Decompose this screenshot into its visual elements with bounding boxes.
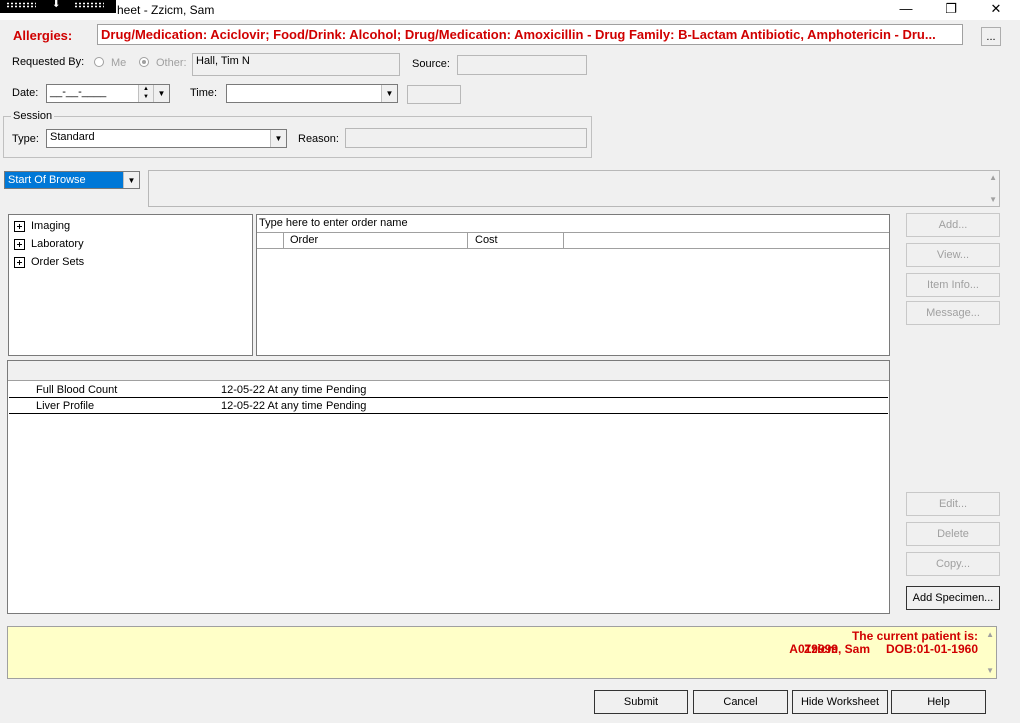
reason-field[interactable]	[345, 128, 587, 148]
order-search-input[interactable]: Type here to enter order name	[259, 217, 887, 231]
column-header-order[interactable]: Order	[284, 233, 468, 248]
date-spinner[interactable]: ▲ ▼	[138, 85, 153, 102]
add-specimen-button[interactable]: Add Specimen...	[906, 586, 1000, 610]
patient-dob: DOB:01-01-1960	[885, 642, 978, 656]
radio-other[interactable]	[139, 57, 149, 67]
browse-dropdown[interactable]: Start Of Browse ▼	[4, 171, 140, 189]
current-patient-panel: The current patient is: A019999 Zzicm, S…	[7, 626, 997, 679]
date-label: Date:	[12, 87, 39, 99]
download-icon[interactable]: ⬇	[52, 0, 60, 10]
allergies-text: Drug/Medication: Aciclovir; Food/Drink: …	[97, 24, 963, 45]
orders-list-header	[8, 361, 889, 381]
browse-text-area[interactable]: ▲ ▼	[148, 170, 1000, 207]
expand-icon[interactable]	[14, 220, 25, 232]
order-name: Liver Profile	[36, 400, 95, 412]
reason-label: Reason:	[298, 133, 339, 145]
minimize-button[interactable]: —	[891, 1, 921, 17]
session-legend: Session	[11, 110, 55, 122]
session-type-label: Type:	[12, 133, 39, 145]
allergies-label: Allergies:	[13, 28, 73, 43]
allergies-more-button[interactable]: ...	[981, 27, 1001, 46]
order-when: 12-05-22 At any time	[221, 400, 323, 412]
scroll-down-icon[interactable]: ▼	[989, 195, 997, 204]
tree-item-imaging[interactable]: Imaging	[14, 218, 70, 234]
source-field[interactable]	[457, 55, 587, 75]
chevron-down-icon[interactable]: ▼	[381, 85, 397, 102]
close-button[interactable]: ✕	[981, 1, 1011, 17]
item-info-button[interactable]: Item Info...	[906, 273, 1000, 297]
order-table-header: Order Cost	[257, 232, 889, 249]
order-name: Full Blood Count	[36, 384, 118, 396]
patient-name: Zzicm, Sam	[803, 642, 870, 656]
order-search-panel: Type here to enter order name Order Cost	[256, 214, 890, 356]
chevron-down-icon[interactable]: ▼	[153, 85, 169, 102]
expand-icon[interactable]	[14, 238, 25, 250]
browse-value: Start Of Browse	[5, 172, 123, 188]
delete-button[interactable]: Delete	[906, 522, 1000, 546]
patient-heading: The current patient is:	[851, 629, 978, 643]
chevron-down-icon[interactable]: ▼	[123, 172, 139, 188]
radio-me-label: Me	[111, 57, 127, 69]
order-row[interactable]: Liver Profile 12-05-22 At any time Pendi…	[9, 398, 888, 414]
date-value: __-__-____	[50, 86, 107, 98]
hide-worksheet-button[interactable]: Hide Worksheet	[792, 690, 888, 714]
scroll-up-icon[interactable]: ▲	[986, 630, 994, 639]
order-catalog-tree[interactable]: Imaging Laboratory Order Sets	[8, 214, 253, 356]
time-label: Time:	[190, 87, 218, 99]
tree-item-label: Laboratory	[31, 238, 84, 250]
scroll-down-icon[interactable]: ▼	[986, 666, 994, 675]
tree-item-label: Imaging	[31, 220, 71, 232]
restore-button[interactable]: ❐	[936, 1, 966, 17]
tree-item-order-sets[interactable]: Order Sets	[14, 254, 84, 270]
window-title: heet - Zzicm, Sam	[117, 3, 215, 17]
time-dropdown[interactable]: ▼	[226, 84, 398, 103]
tree-item-laboratory[interactable]: Laboratory	[14, 236, 84, 252]
add-button[interactable]: Add...	[906, 213, 1000, 237]
session-type-dropdown[interactable]: Standard ▼	[46, 129, 287, 148]
requested-by-label: Requested By:	[12, 56, 85, 68]
remote-toolbar[interactable]: ⬇	[0, 0, 116, 13]
requested-by-field[interactable]: Hall, Tim N	[192, 53, 400, 76]
grip-icon	[6, 2, 36, 8]
tree-item-label: Order Sets	[31, 256, 85, 268]
expand-icon[interactable]	[14, 256, 25, 268]
order-when: 12-05-22 At any time	[221, 384, 323, 396]
session-type-value: Standard	[50, 131, 95, 143]
help-button[interactable]: Help	[891, 690, 986, 714]
order-status: Pending	[326, 384, 367, 396]
chevron-down-icon[interactable]: ▼	[270, 130, 286, 147]
date-field[interactable]: __-__-____ ▲ ▼ ▼	[46, 84, 170, 103]
scroll-up-icon[interactable]: ▲	[989, 173, 997, 182]
order-row[interactable]: Full Blood Count 12-05-22 At any time Pe…	[9, 382, 888, 398]
radio-me[interactable]	[94, 57, 104, 67]
column-header-cost[interactable]: Cost	[468, 233, 564, 248]
worksheet-orders-list[interactable]: Full Blood Count 12-05-22 At any time Pe…	[7, 360, 890, 614]
grip-icon	[74, 2, 104, 8]
order-status: Pending	[326, 400, 367, 412]
cancel-button[interactable]: Cancel	[693, 690, 788, 714]
message-button[interactable]: Message...	[906, 301, 1000, 325]
time-extra-field[interactable]	[407, 85, 461, 104]
source-label: Source:	[412, 58, 450, 70]
submit-button[interactable]: Submit	[594, 690, 688, 714]
copy-button[interactable]: Copy...	[906, 552, 1000, 576]
radio-other-label: Other:	[156, 57, 187, 69]
view-button[interactable]: View...	[906, 243, 1000, 267]
edit-button[interactable]: Edit...	[906, 492, 1000, 516]
